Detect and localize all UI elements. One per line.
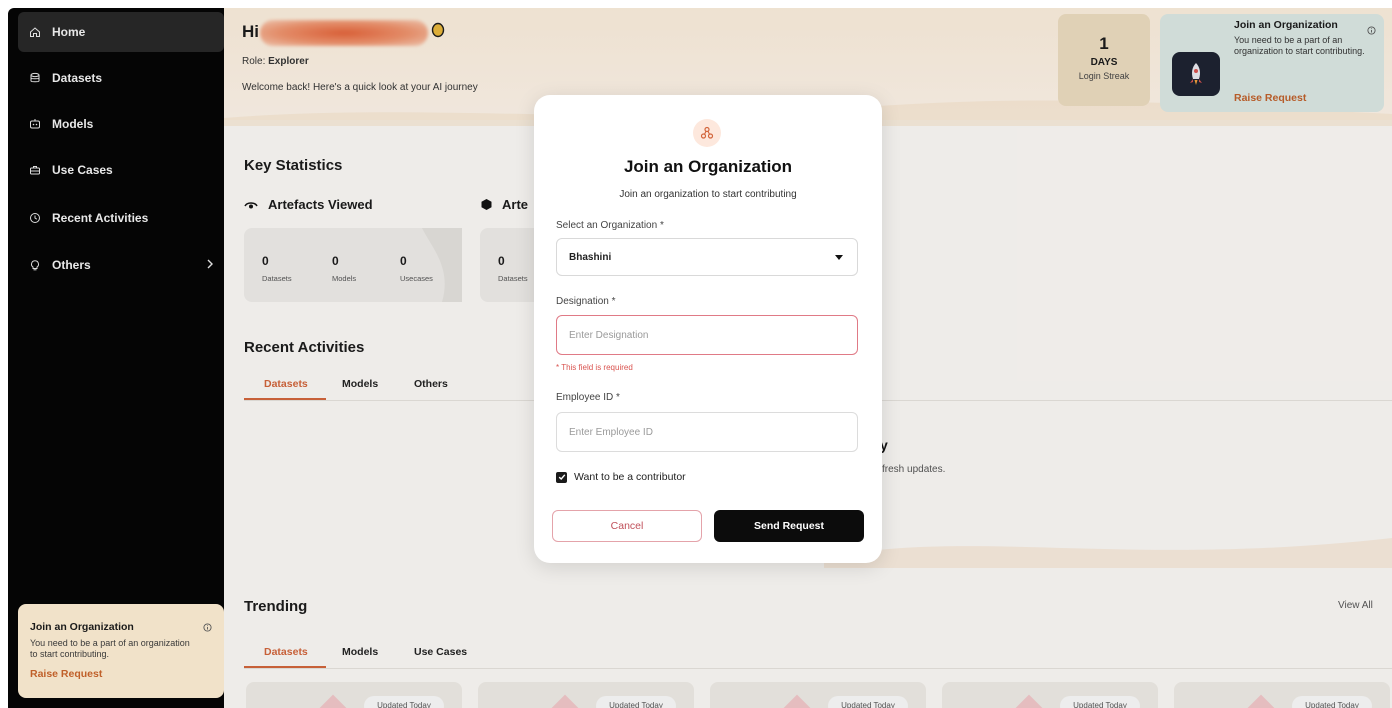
sidebar-item-others[interactable]: Others: [18, 245, 224, 285]
sidebar-item-use-cases[interactable]: Use Cases: [18, 150, 224, 190]
employee-id-input[interactable]: [556, 412, 858, 452]
sidebar-item-recent-activities[interactable]: Recent Activities: [18, 198, 224, 238]
organization-select[interactable]: Bhashini: [556, 238, 858, 276]
cancel-button[interactable]: Cancel: [552, 510, 702, 542]
designation-label: Designation *: [556, 296, 616, 307]
sidebar-item-label: Recent Activities: [52, 211, 149, 225]
briefcase-icon: [28, 163, 42, 177]
chevron-right-icon: [206, 258, 214, 272]
modal-subtitle: Join an organization to start contributi…: [619, 189, 797, 200]
employee-id-label: Employee ID *: [556, 392, 620, 403]
contributor-checkbox[interactable]: [556, 471, 567, 483]
modal-title: Join an Organization: [623, 157, 793, 176]
organization-icon: [693, 119, 721, 147]
sidebar-item-home[interactable]: Home: [18, 12, 224, 52]
designation-error: * This field is required: [556, 363, 633, 372]
contributor-label: Want to be a contributor: [574, 471, 686, 483]
sidebar-item-datasets[interactable]: Datasets: [18, 58, 224, 98]
sidebar-item-label: Models: [52, 117, 94, 131]
join-organization-card: Join an Organization You need to be a pa…: [18, 604, 224, 698]
raise-request-link[interactable]: Raise Request: [30, 668, 212, 680]
database-icon: [28, 71, 42, 85]
clock-icon: [28, 211, 42, 225]
contributor-checkbox-row[interactable]: Want to be a contributor: [556, 471, 686, 483]
sidebar-item-label: Datasets: [52, 71, 103, 85]
lightbulb-icon: [28, 258, 42, 272]
designation-input[interactable]: [556, 315, 858, 355]
checkmark-icon: [558, 474, 565, 481]
info-icon[interactable]: [203, 619, 212, 637]
join-organization-modal: Join an Organization Join an organizatio…: [534, 95, 882, 563]
chevron-down-icon: [835, 255, 843, 260]
selected-organization: Bhashini: [569, 252, 612, 263]
card-title: Join an Organization: [30, 621, 134, 633]
sidebar: Home Datasets Models Use Cases Recent Ac…: [8, 8, 224, 708]
sidebar-item-label: Home: [52, 25, 86, 39]
model-icon: [28, 117, 42, 131]
sidebar-item-label: Use Cases: [52, 163, 113, 177]
sidebar-item-models[interactable]: Models: [18, 104, 224, 144]
sidebar-item-label: Others: [52, 258, 91, 272]
home-icon: [28, 25, 42, 39]
organization-label: Select an Organization *: [556, 220, 664, 231]
send-request-button[interactable]: Send Request: [714, 510, 864, 542]
card-description: You need to be a part of an organization…: [30, 638, 190, 659]
